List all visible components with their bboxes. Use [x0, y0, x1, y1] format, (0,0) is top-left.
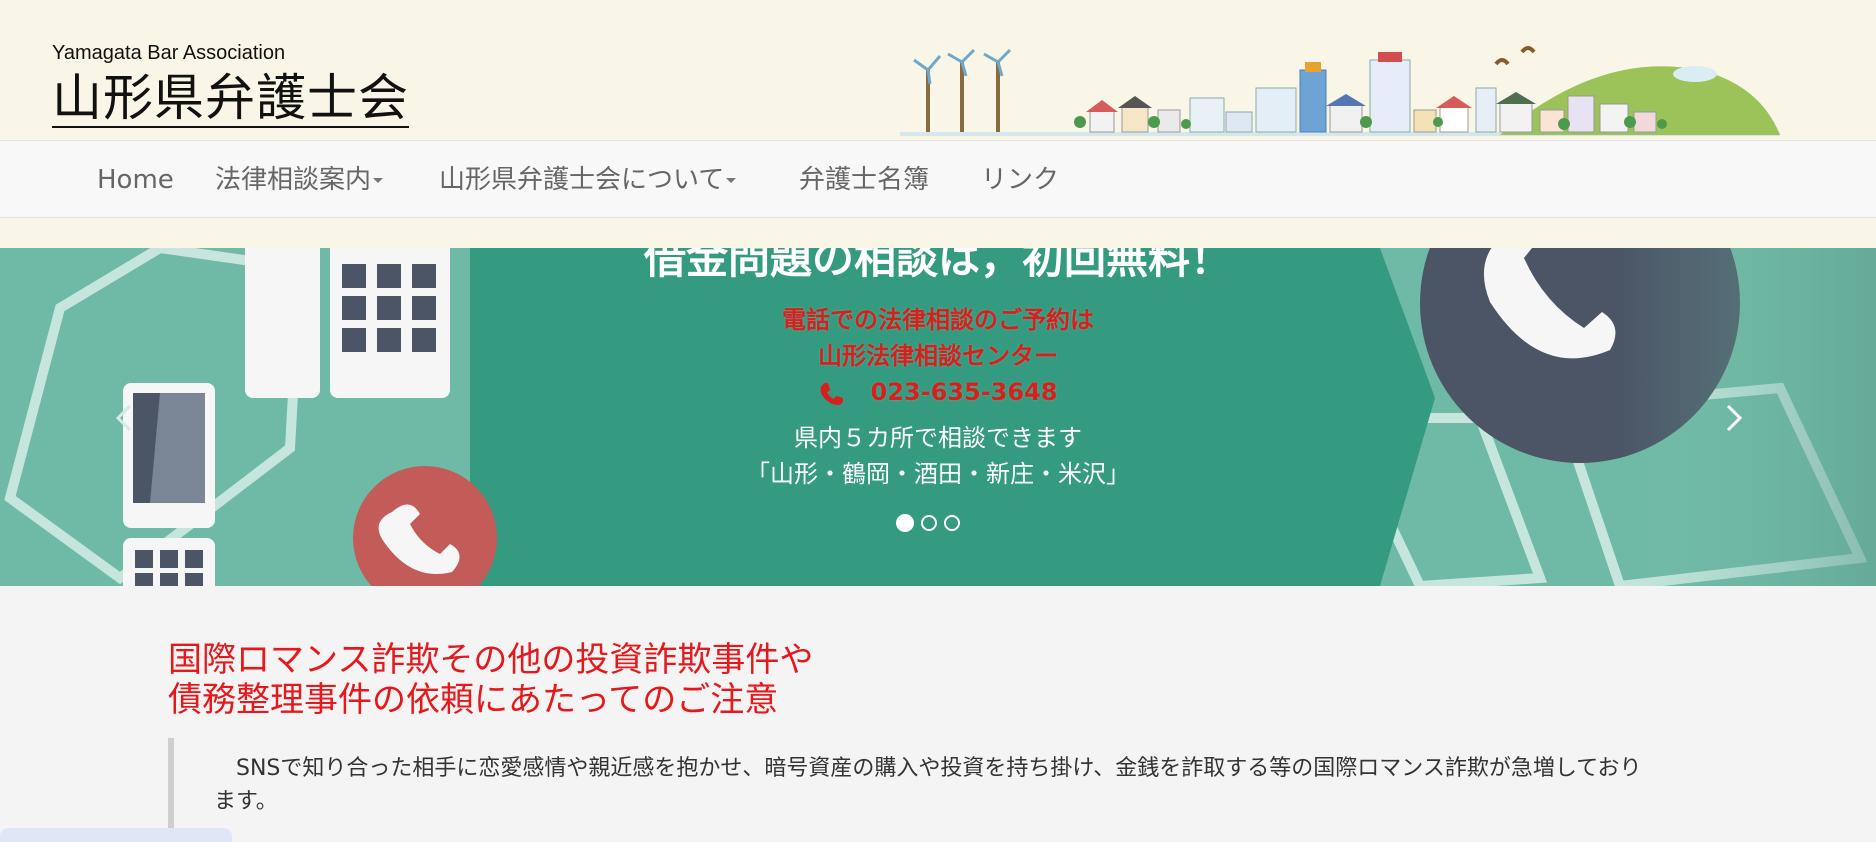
nav-about-association-dropdown[interactable]: 山形県弁護士会について — [439, 141, 737, 219]
nav-home[interactable]: Home — [97, 141, 174, 219]
notice-heading: 国際ロマンス詐欺その他の投資詐欺事件や 債務整理事件の依頼にあたってのご注意 — [168, 640, 813, 720]
notice-blockquote: SNSで知り合った相手に恋愛感情や親近感を抱かせ、暗号資産の購入や投資を持ち掛け… — [168, 738, 1658, 838]
brand-english-name: Yamagata Bar Association — [52, 42, 286, 64]
slide-reservation-line2: 山形法律相談センター — [818, 342, 1058, 370]
nav-legal-consultation-dropdown[interactable]: 法律相談案内 — [215, 141, 384, 219]
phone-number-link[interactable]: 023-635-3648 — [871, 378, 1058, 406]
nav-lawyer-directory[interactable]: 弁護士名簿 — [799, 141, 929, 219]
carousel-indicators — [896, 514, 980, 533]
carousel-slide-background — [4, 248, 1876, 586]
carousel-prev-button[interactable] — [108, 398, 138, 438]
carousel-next-button[interactable] — [1720, 398, 1750, 438]
slide-title: 借金問題の相談は，初回無料！ — [643, 248, 1232, 283]
site-header: Yamagata Bar Association 山形県弁護士会 — [0, 0, 1876, 142]
carousel-indicator-3[interactable] — [944, 515, 960, 531]
header-spacer — [0, 218, 1876, 248]
slide-phone-line: 023-635-3648 — [0, 374, 1876, 410]
carousel-indicator-2[interactable] — [921, 515, 937, 531]
caret-down-icon — [373, 178, 384, 183]
notice-heading-line1: 国際ロマンス詐欺その他の投資詐欺事件や — [168, 640, 814, 680]
slide-locations-line2: 「山形・鶴岡・酒田・新庄・米沢」 — [746, 460, 1130, 488]
bottom-overlay-tab[interactable] — [0, 828, 232, 842]
nav-about-association-label: 山形県弁護士会について — [439, 165, 725, 195]
main-navbar: Home 法律相談案内 山形県弁護士会について 弁護士名簿 リンク — [0, 140, 1876, 218]
caret-down-icon — [726, 178, 737, 183]
phone-icon — [820, 382, 843, 405]
slide-reservation-line1: 電話での法律相談のご予約は — [782, 306, 1094, 334]
nav-legal-consultation-label: 法律相談案内 — [215, 165, 372, 195]
brand-logo-title[interactable]: 山形県弁護士会 — [52, 70, 409, 128]
notice-heading-line2: 債務整理事件の依頼にあたってのご注意 — [168, 680, 779, 720]
nav-links-label: リンク — [981, 165, 1060, 195]
cityscape-illustration — [900, 46, 1780, 136]
notice-body-text: SNSで知り合った相手に恋愛感情や親近感を抱かせ、暗号資産の購入や投資を持ち掛け… — [214, 756, 1642, 814]
slide-locations-line1: 県内５カ所で相談できます — [794, 424, 1082, 452]
hero-carousel: 借金問題の相談は，初回無料！ 電話での法律相談のご予約は 山形法律相談センター … — [0, 248, 1876, 586]
nav-home-label: Home — [97, 165, 174, 195]
nav-lawyer-directory-label: 弁護士名簿 — [799, 165, 930, 195]
nav-links[interactable]: リンク — [981, 141, 1059, 219]
carousel-indicator-1[interactable] — [896, 514, 914, 532]
